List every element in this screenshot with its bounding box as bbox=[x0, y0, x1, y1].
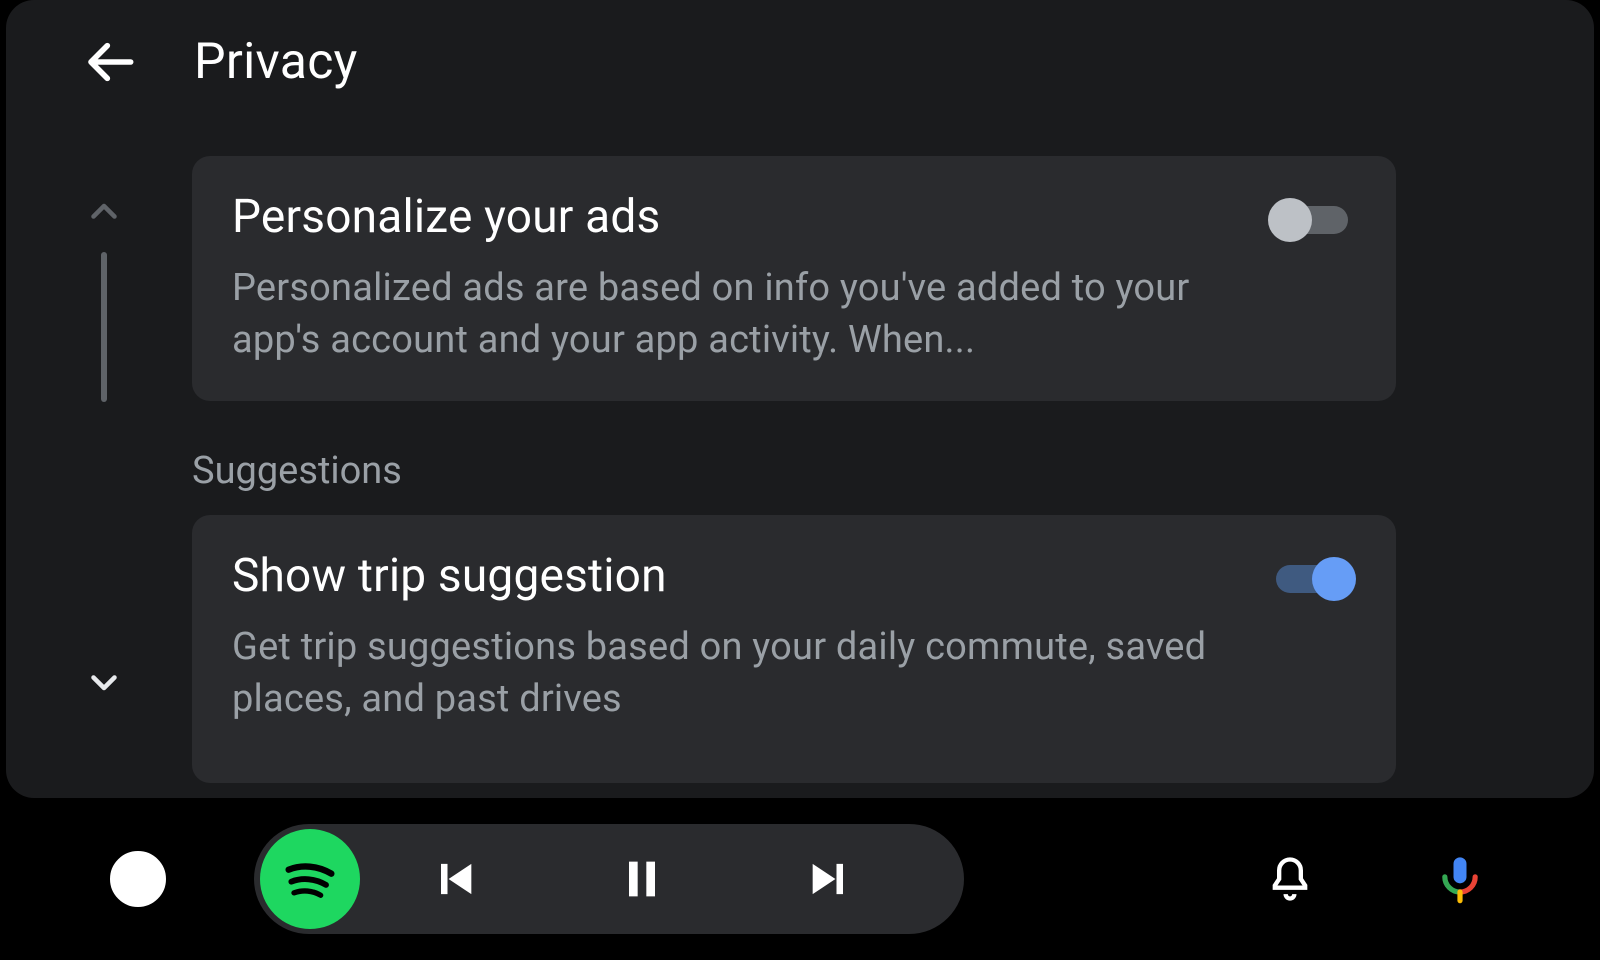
google-mic-icon bbox=[1434, 853, 1486, 905]
voice-assistant-button[interactable] bbox=[1430, 849, 1490, 909]
setting-title: Show trip suggestion bbox=[232, 549, 667, 603]
chevron-up-icon bbox=[86, 194, 122, 230]
home-button[interactable] bbox=[110, 851, 166, 907]
system-actions bbox=[1260, 849, 1490, 909]
toggle-trip-suggestion[interactable] bbox=[1268, 555, 1356, 603]
media-controls bbox=[254, 824, 964, 934]
setting-description: Personalized ads are based on info you'v… bbox=[232, 262, 1212, 367]
back-button[interactable] bbox=[80, 30, 144, 94]
pause-icon bbox=[616, 853, 668, 905]
section-label-suggestions: Suggestions bbox=[192, 449, 1396, 493]
toggle-personalize-ads[interactable] bbox=[1268, 196, 1356, 244]
settings-list: Personalize your ads Personalized ads ar… bbox=[192, 156, 1396, 783]
skip-previous-icon bbox=[428, 853, 480, 905]
system-bar bbox=[0, 798, 1600, 960]
bell-icon bbox=[1264, 853, 1316, 905]
scroll-up-button[interactable] bbox=[82, 190, 126, 234]
skip-next-icon bbox=[804, 853, 856, 905]
setting-title: Personalize your ads bbox=[232, 190, 660, 244]
setting-trip-suggestion[interactable]: Show trip suggestion Get trip suggestion… bbox=[192, 515, 1396, 783]
chevron-down-icon bbox=[86, 664, 122, 700]
notifications-button[interactable] bbox=[1260, 849, 1320, 909]
spotify-icon bbox=[278, 847, 342, 911]
next-track-button[interactable] bbox=[736, 853, 924, 905]
settings-panel: Privacy Personalize your ads Pers bbox=[6, 0, 1594, 798]
page-title: Privacy bbox=[194, 33, 358, 91]
previous-track-button[interactable] bbox=[360, 853, 548, 905]
setting-personalize-ads[interactable]: Personalize your ads Personalized ads ar… bbox=[192, 156, 1396, 401]
screen: Privacy Personalize your ads Pers bbox=[0, 0, 1600, 960]
arrow-left-icon bbox=[84, 34, 140, 90]
setting-description: Get trip suggestions based on your daily… bbox=[232, 621, 1212, 726]
scroll-indicator bbox=[80, 190, 128, 704]
header: Privacy bbox=[80, 30, 358, 94]
scroll-down-button[interactable] bbox=[82, 660, 126, 704]
scroll-track bbox=[101, 252, 107, 402]
play-pause-button[interactable] bbox=[548, 853, 736, 905]
media-app-spotify[interactable] bbox=[260, 829, 360, 929]
